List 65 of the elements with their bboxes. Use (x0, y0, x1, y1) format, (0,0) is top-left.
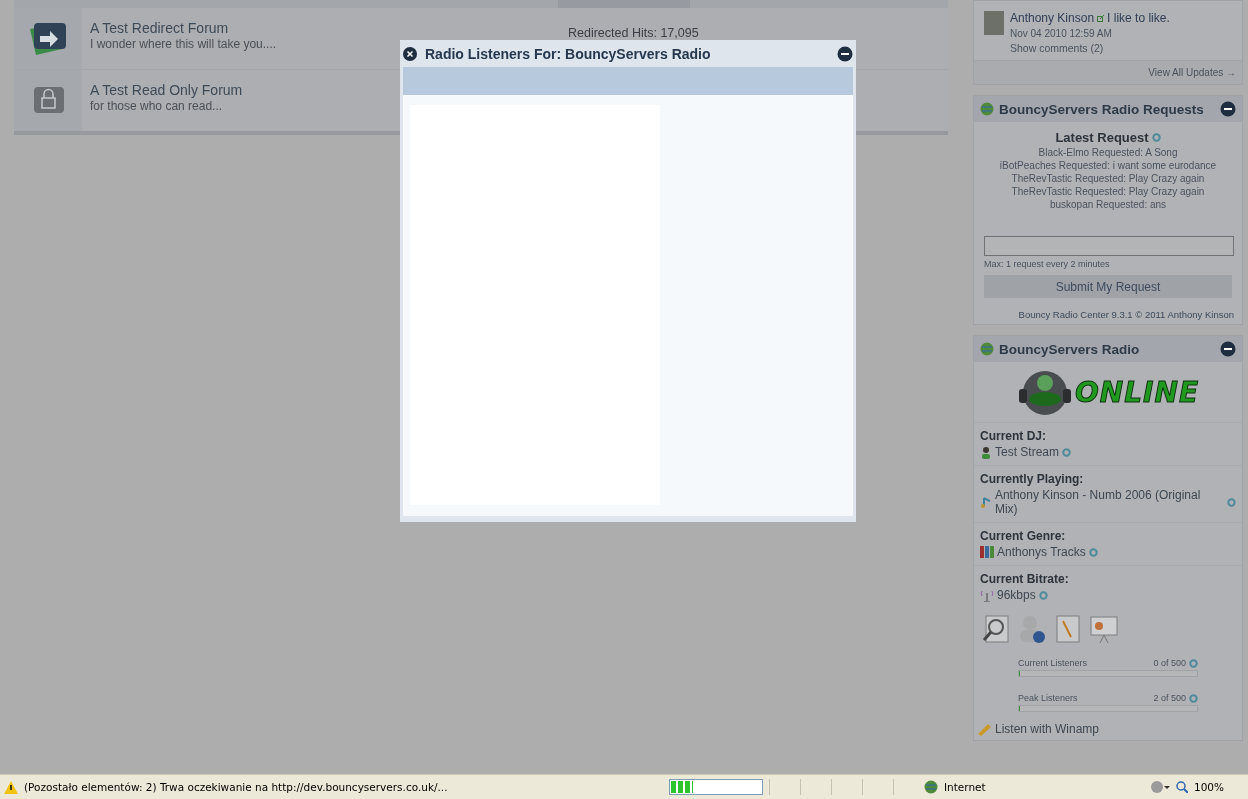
info-label: Current Genre: (980, 529, 1067, 543)
request-entry: buskopan Requested: ans (1049, 199, 1167, 210)
show-comments-link[interactable]: Show comments (2) (1010, 42, 1170, 54)
presentation-icon[interactable] (1090, 614, 1118, 644)
latest-request-heading: Latest Request (1055, 130, 1149, 145)
refresh-icon[interactable] (1189, 693, 1198, 703)
request-entry: Black-Elmo Requested: A Song (1038, 147, 1178, 158)
panel-title: BouncyServers Radio (999, 341, 1141, 357)
books-icon (980, 546, 994, 558)
info-value: 96kbps (997, 588, 1036, 602)
status-message: (Pozostało elementów: 2) Trwa oczekiwanie na http://dev.bouncyservers.co.uk/... (24, 781, 448, 793)
copyright-text: Bouncy Radio Center 9.3.1 © 2011 Anthony Kinson (1017, 308, 1235, 322)
document-icon[interactable] (1054, 614, 1082, 644)
request-limit-hint: Max: 1 request every 2 minutes (983, 259, 1111, 269)
winamp-link[interactable]: Listen with Winamp (995, 722, 1100, 736)
user-info-icon[interactable] (1018, 614, 1046, 644)
avatar-icon (984, 11, 1004, 35)
view-all-updates-link[interactable]: View All Updates → (1148, 67, 1236, 78)
collapse-icon[interactable] (1220, 341, 1236, 357)
listeners-label: Current Listeners (1018, 658, 1089, 668)
refresh-icon[interactable] (1088, 547, 1098, 557)
antenna-icon (980, 588, 994, 602)
refresh-icon[interactable] (1038, 590, 1048, 600)
request-input[interactable] (984, 236, 1234, 256)
status-text: I like to like. (1107, 11, 1170, 25)
collapse-icon[interactable] (1220, 101, 1236, 117)
listeners-label: Peak Listeners (1018, 693, 1079, 703)
globe-icon (980, 342, 994, 356)
forum-description: for those who can read... (90, 99, 224, 113)
refresh-icon[interactable] (1227, 497, 1236, 507)
logo-text: ONLINE (1074, 375, 1200, 409)
request-entry: iBotPeaches Requested: i want some eurodance (999, 160, 1217, 171)
request-entry: TheRevTastic Requested: Play Crazy again (1011, 186, 1205, 197)
listeners-reading: 0 of 500 (1153, 658, 1186, 668)
external-link-icon[interactable] (1097, 14, 1105, 22)
info-label: Current Bitrate: (980, 572, 1070, 586)
info-label: Currently Playing: (980, 472, 1085, 486)
refresh-icon[interactable] (1189, 658, 1198, 668)
info-value: Anthonys Tracks (997, 545, 1086, 559)
info-value: Test Stream (995, 445, 1060, 459)
refresh-icon[interactable] (1151, 133, 1161, 142)
author-link[interactable]: Anthony Kinson (1010, 11, 1095, 25)
forum-title[interactable]: A Test Redirect Forum (90, 20, 560, 36)
zoom-level[interactable]: 100% (1193, 781, 1224, 793)
globe-icon (923, 780, 938, 794)
zoom-icon[interactable] (1175, 781, 1188, 793)
warning-icon (4, 780, 18, 794)
refresh-icon[interactable] (1062, 447, 1072, 457)
globe-icon (980, 102, 994, 116)
close-icon[interactable] (403, 46, 417, 61)
forum-description: I wonder where this will take you.... (90, 37, 278, 51)
listeners-reading: 2 of 500 (1153, 693, 1186, 703)
forum-stat: Redirected Hits: 17,095 (568, 26, 699, 40)
update-date: Nov 04 2010 12:59 AM (1010, 28, 1113, 39)
info-label: Current DJ: (980, 429, 1047, 443)
collapse-icon[interactable] (837, 45, 853, 62)
music-note-icon (980, 495, 992, 509)
request-entry: TheRevTastic Requested: Play Crazy again (1011, 173, 1205, 184)
person-icon (980, 445, 992, 459)
search-icon[interactable] (982, 614, 1010, 644)
submit-request-button[interactable]: Submit My Request (984, 275, 1232, 298)
info-value: Anthony Kinson - Numb 2006 (Original Mix) (994, 488, 1202, 516)
dialog-title: Radio Listeners For: BouncyServers Radio (425, 45, 712, 62)
zone-label: Internet (943, 781, 987, 793)
panel-title: BouncyServers Radio Requests (999, 101, 1205, 117)
